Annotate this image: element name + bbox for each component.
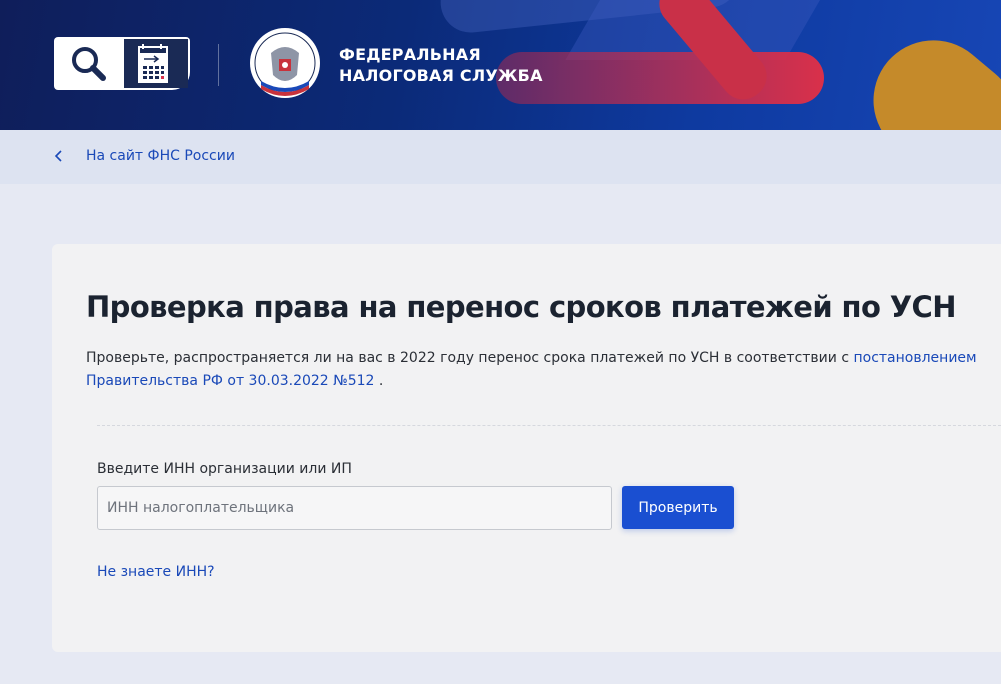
org-name: ФЕДЕРАЛЬНАЯ НАЛОГОВАЯ СЛУЖБА [339,44,543,86]
org-name-line1: ФЕДЕРАЛЬНАЯ [339,45,481,64]
chevron-left-icon [54,150,62,162]
header-divider [218,44,219,86]
page-description: Проверьте, распространяется ли на вас в … [86,347,986,393]
description-end: . [374,373,384,389]
section-divider [97,425,1001,426]
page-title: Проверка права на перенос сроков платеже… [86,290,957,324]
service-logo[interactable] [54,37,190,90]
emblem-icon[interactable] [249,25,321,103]
inn-field-label: Введите ИНН организации или ИП [97,461,352,477]
decorative-red-stroke [496,52,824,104]
back-to-site-link[interactable]: На сайт ФНС России [53,148,235,164]
search-icon [72,47,106,81]
check-button[interactable]: Проверить [622,486,734,529]
forgot-inn-link[interactable]: Не знаете ИНН? [97,564,215,580]
decorative-orange-shape [848,15,1001,130]
org-name-line2: НАЛОГОВАЯ СЛУЖБА [339,66,543,85]
description-text: Проверьте, распространяется ли на вас в … [86,350,854,366]
inn-input[interactable] [97,486,612,530]
back-link-label: На сайт ФНС России [86,148,235,164]
calendar-icon [124,39,188,88]
